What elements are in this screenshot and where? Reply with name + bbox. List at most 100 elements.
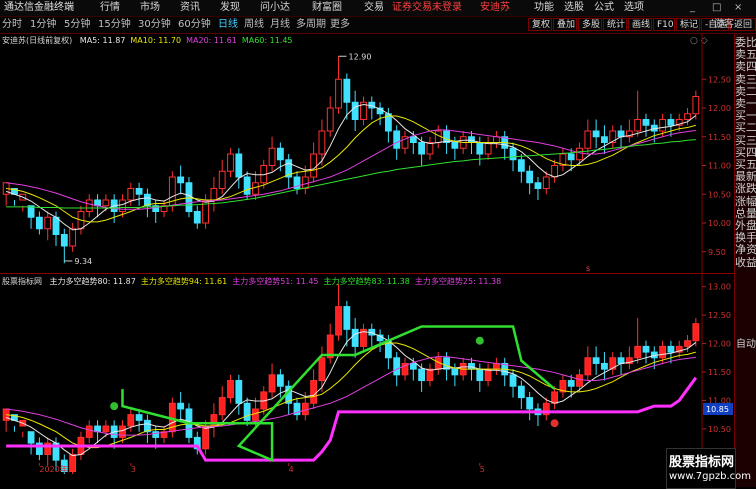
date-tick-label: 2020年: [39, 464, 67, 474]
candle: [484, 136, 492, 160]
toolbar-button-5[interactable]: F10: [653, 18, 675, 31]
indicator-candle: [667, 340, 675, 364]
minimize-icon[interactable]: _: [690, 1, 695, 15]
signal-flag: s: [586, 264, 590, 273]
candle: [351, 90, 359, 131]
right-menu-1[interactable]: 选股: [564, 1, 584, 15]
maximize-icon[interactable]: □: [712, 1, 721, 15]
period-tab-1[interactable]: 1分钟: [30, 18, 56, 32]
toolbar-button-1[interactable]: 叠加: [553, 18, 577, 31]
period-tab-2[interactable]: 5分钟: [64, 18, 90, 32]
indicator-candle: [401, 357, 409, 381]
period-tab-8[interactable]: 月线: [270, 18, 290, 32]
menu-item-2[interactable]: 资讯: [180, 1, 200, 15]
period-tab-9[interactable]: 多周期: [296, 18, 326, 32]
candle: [268, 136, 276, 172]
quote-field-13: 涨幅: [735, 194, 756, 208]
date-tick-label: 3: [131, 465, 136, 474]
toolbar-button-6[interactable]: 标记: [676, 18, 700, 31]
green-signal-line: [121, 325, 556, 463]
toolbar-button-2[interactable]: 多股: [578, 18, 602, 31]
period-tab-4[interactable]: 30分钟: [138, 18, 171, 32]
indicator-candle: [476, 363, 484, 392]
toolbar-button-3[interactable]: 统计: [603, 18, 627, 31]
candle: [235, 148, 243, 189]
period-tab-7[interactable]: 周线: [244, 18, 264, 32]
indicator-chart: 13.0012.5012.0011.5011.0010.5010.0010.85…: [0, 273, 734, 474]
close-icon[interactable]: ×: [734, 1, 742, 15]
auto-label[interactable]: 自动: [735, 338, 756, 351]
indicator-candle: [609, 352, 617, 375]
candle: [177, 165, 185, 195]
indicator-candle: [534, 403, 542, 427]
sub-tick-label: 12.00: [708, 340, 731, 349]
low-label: 9.34: [74, 257, 92, 266]
candle: [35, 211, 43, 235]
trade-login-status[interactable]: 证券交易未登录: [392, 1, 462, 15]
indicator-candle: [634, 317, 642, 364]
indicator-candle: [368, 323, 376, 347]
toolbar-button-4[interactable]: 画线: [628, 18, 652, 31]
quote-field-18: 收益: [735, 255, 756, 269]
candle: [642, 113, 650, 137]
right-menu-2[interactable]: 公式: [594, 1, 614, 15]
menu-item-1[interactable]: 市场: [140, 1, 160, 15]
period-tab-6[interactable]: 日线: [218, 18, 238, 32]
main-tick-label: 12.50: [708, 75, 731, 84]
ma-line-ma20: [6, 129, 696, 210]
menu-item-0[interactable]: 行情: [100, 1, 120, 15]
candle: [559, 148, 567, 172]
toolbar-button-0[interactable]: 复权: [528, 18, 552, 31]
indicator-candle: [601, 352, 608, 381]
candle: [227, 148, 234, 177]
main-tick-label: 12.00: [708, 104, 731, 113]
indicator-candle: [227, 374, 234, 404]
menu-item-6[interactable]: 交易: [364, 1, 384, 15]
buy-signal-dot: [110, 402, 119, 411]
indicator-line-1: [6, 342, 696, 449]
candle: [285, 154, 293, 189]
candle: [526, 165, 534, 195]
watermark-url: www.7gpzb.com: [669, 471, 751, 482]
indicator-candle: [551, 386, 558, 409]
indicator-candle: [27, 431, 35, 455]
candle: [27, 205, 35, 229]
indicator-candle: [451, 363, 459, 387]
quote-field-7: 买二: [735, 121, 756, 135]
period-tab-10[interactable]: 更多: [330, 18, 350, 32]
main-candlestick-chart: 12.50 12.00 11.50 11.00 10.50 10.00 9.50 12.90 9…: [2, 33, 731, 273]
indicator-candle: [293, 397, 301, 421]
sub-tick-label: 12.50: [708, 311, 731, 320]
indicator-candle: [592, 346, 600, 375]
period-tab-0[interactable]: 分时: [2, 18, 22, 32]
candle: [144, 188, 151, 218]
candle: [310, 142, 318, 183]
indicator-candle: [360, 323, 367, 353]
main-tick-label: 11.00: [708, 162, 731, 171]
candle: [185, 177, 193, 218]
user-label[interactable]: 游客: [714, 18, 734, 32]
period-toolbar: 分时 1分钟 5分钟 15分钟 30分钟 60分钟 日线 周线 月线 多周期 更多 复权 叠加 多股 统计画…: [0, 17, 756, 34]
menu-item-5[interactable]: 财富圈: [312, 1, 342, 15]
period-tab-3[interactable]: 15分钟: [98, 18, 131, 32]
candle: [326, 96, 334, 137]
ma-line-ma60: [6, 139, 696, 209]
quote-field-5: 卖一: [735, 97, 756, 110]
quote-field-17: 净资: [735, 243, 756, 257]
title-bar: 通达信金融终端 行情 市场 资讯 发现 问小达 财富圈 交易 证券交易未登录 安迪苏 功能 选股 公式选…: [0, 0, 756, 17]
indicator-candle: [2, 408, 10, 432]
right-menu-3[interactable]: 选项: [624, 1, 644, 15]
indicator-candle: [268, 363, 276, 398]
right-menu-0[interactable]: 功能: [534, 1, 554, 15]
period-tab-5[interactable]: 60分钟: [178, 18, 211, 32]
candle: [592, 119, 600, 149]
indicator-candle: [692, 317, 700, 347]
menu-item-4[interactable]: 问小达: [260, 1, 290, 15]
indicator-candle: [326, 323, 334, 364]
date-tick-label: 4: [289, 465, 294, 474]
candle: [243, 171, 251, 200]
candle: [625, 119, 633, 143]
candle: [2, 182, 10, 206]
candle: [11, 188, 18, 206]
menu-item-3[interactable]: 发现: [220, 1, 240, 15]
